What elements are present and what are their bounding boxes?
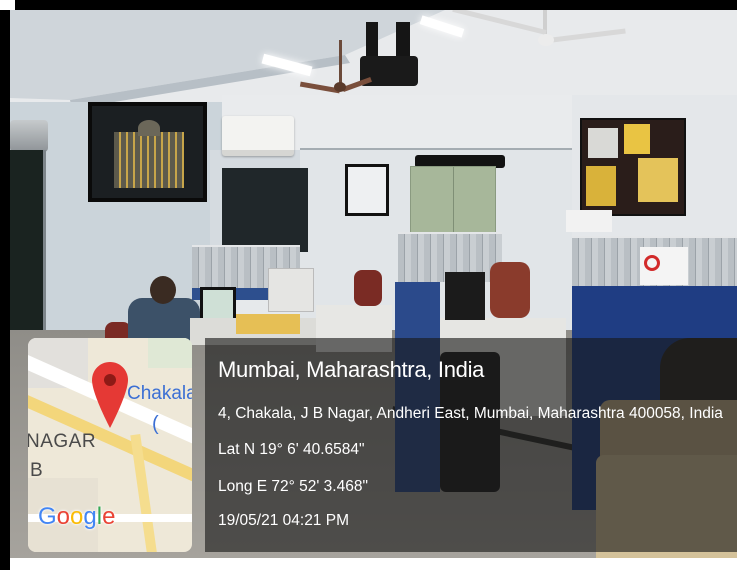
fan-hub xyxy=(538,34,554,46)
timestamp: 19/05/21 04:21 PM xyxy=(218,512,349,529)
map-place-label-fragment: ( xyxy=(152,413,159,435)
poster xyxy=(586,166,616,206)
geotag-photo: Chakala ( NAGAR B Google Mumbai, Maharas… xyxy=(0,0,737,570)
location-title: Mumbai, Maharashtra, India xyxy=(218,357,485,382)
map-pin-dot xyxy=(104,374,116,386)
green-cabinet xyxy=(410,166,496,242)
framed-picture xyxy=(88,102,207,202)
pipe xyxy=(10,120,48,152)
projector-mount xyxy=(396,22,410,58)
person-head xyxy=(150,276,176,304)
poster xyxy=(588,128,618,158)
red-chair xyxy=(354,270,382,306)
map-area-label: NAGAR xyxy=(28,431,97,452)
projector-mount xyxy=(366,22,378,58)
poster xyxy=(638,158,678,202)
printer xyxy=(268,268,314,312)
longitude: Long E 72° 52' 3.468" xyxy=(218,478,368,495)
map-pin-icon xyxy=(92,362,128,428)
framed-certificate xyxy=(345,164,389,216)
fan-hub xyxy=(334,82,346,92)
picture-building xyxy=(114,132,184,188)
map-place-label: Chakala xyxy=(127,383,192,404)
poster xyxy=(624,124,650,154)
latitude: Lat N 19° 6' 40.6584" xyxy=(218,441,365,458)
paper-stack xyxy=(236,314,300,334)
cabinet-door-line xyxy=(453,167,454,241)
air-conditioner xyxy=(222,116,294,156)
map-thumbnail: Chakala ( NAGAR B Google xyxy=(28,338,192,552)
picture-dome xyxy=(138,120,160,136)
map-park xyxy=(148,338,192,368)
monitor xyxy=(445,272,485,320)
poster-board xyxy=(580,118,686,216)
google-logo: Google xyxy=(38,503,116,530)
location-info-panel: Mumbai, Maharashtra, India 4, Chakala, J… xyxy=(205,338,737,552)
map-pin-body xyxy=(92,362,128,428)
red-chair xyxy=(490,262,530,318)
doorway xyxy=(222,168,308,252)
fan-rod xyxy=(339,40,342,88)
wall-box xyxy=(566,210,612,232)
sign-symbol xyxy=(644,255,660,271)
window xyxy=(10,150,46,342)
top-border xyxy=(15,0,737,10)
map-area-label-fragment: B xyxy=(30,460,43,481)
monitor xyxy=(200,287,236,322)
location-address: 4, Chakala, J B Nagar, Andheri East, Mum… xyxy=(218,405,723,422)
left-border xyxy=(0,10,10,570)
monitor-screen xyxy=(203,290,233,319)
partition-sign xyxy=(640,247,688,285)
